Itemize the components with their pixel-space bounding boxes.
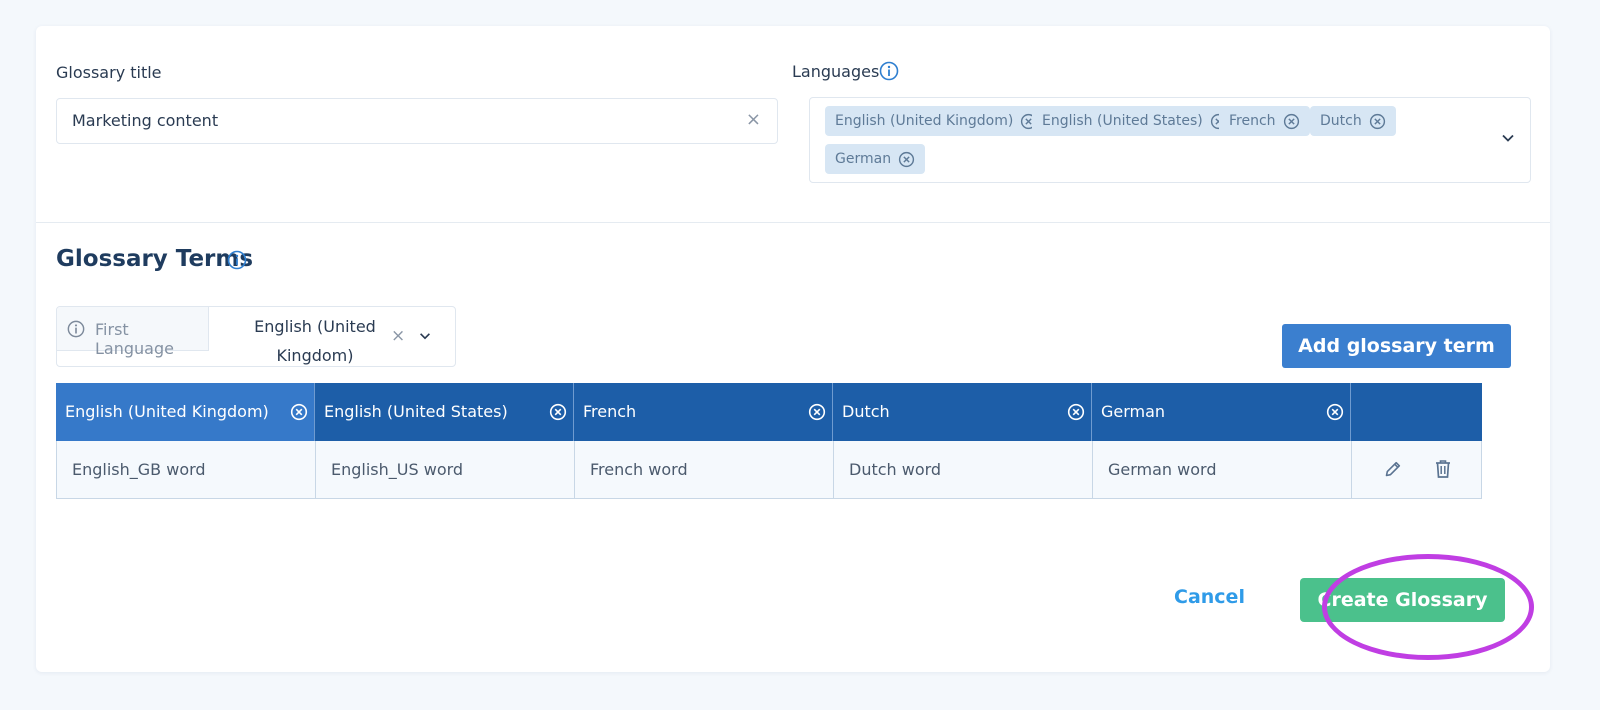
languages-info-icon[interactable] [879,61,899,81]
glossary-title-input[interactable]: Marketing content × [56,98,778,144]
table-cell[interactable]: English_US word [315,441,574,499]
remove-column-icon[interactable] [808,403,826,421]
table-cell[interactable]: French word [574,441,833,499]
glossary-title-value: Marketing content [72,111,219,130]
clear-title-icon[interactable]: × [746,110,761,130]
glossary-terms-info-icon[interactable] [227,250,247,270]
first-language-label-cell: First Language [57,307,209,358]
languages-label: Languages [792,62,880,81]
column-header: Dutch [833,383,1092,441]
cancel-button[interactable]: Cancel [1174,586,1245,608]
clear-first-language-icon[interactable]: × [391,326,405,346]
table-cell[interactable]: English_GB word [56,441,315,499]
add-glossary-term-button[interactable]: Add glossary term [1282,324,1511,368]
chevron-down-icon[interactable] [418,329,432,343]
first-language-value: English (United Kingdom) [254,317,376,365]
section-divider [36,222,1550,223]
highlight-annotation [1322,554,1534,660]
chevron-down-icon[interactable] [1500,130,1516,146]
first-language-label: First Language [95,320,174,358]
glossary-title-label: Glossary title [56,63,162,82]
language-chip: German [825,144,926,174]
actions-column-header [1351,383,1482,441]
first-language-control: First Language English (United Kingdom) … [56,306,456,367]
column-header: French [574,383,833,441]
language-chip: English (United Kingdom) [825,106,1048,136]
remove-column-icon[interactable] [549,403,567,421]
glossary-terms-title: Glossary Terms [56,246,254,272]
create-glossary-card: Glossary title Marketing content × Langu… [36,26,1550,672]
remove-language-icon[interactable] [1369,113,1386,130]
table-cell[interactable]: German word [1092,441,1351,499]
trash-icon[interactable] [1433,458,1453,480]
language-chip: Dutch [1310,106,1396,136]
pencil-icon[interactable] [1383,459,1403,479]
remove-column-icon[interactable] [290,403,308,421]
column-header: German [1092,383,1351,441]
first-language-select[interactable]: English (United Kingdom) × [210,307,456,366]
remove-column-icon[interactable] [1067,403,1085,421]
languages-multiselect[interactable]: English (United Kingdom) English (United… [809,97,1531,183]
column-header: English (United States) [315,383,574,441]
column-header: English (United Kingdom) [56,383,315,441]
language-chip: English (United States) [1032,106,1237,136]
remove-column-icon[interactable] [1326,403,1344,421]
row-actions [1351,441,1482,499]
glossary-terms-table: English (United Kingdom) English (United… [56,383,1511,499]
remove-language-icon[interactable] [898,151,915,168]
first-language-info-icon[interactable] [67,320,85,338]
language-chip: French [1219,106,1310,136]
remove-language-icon[interactable] [1283,113,1300,130]
table-cell[interactable]: Dutch word [833,441,1092,499]
